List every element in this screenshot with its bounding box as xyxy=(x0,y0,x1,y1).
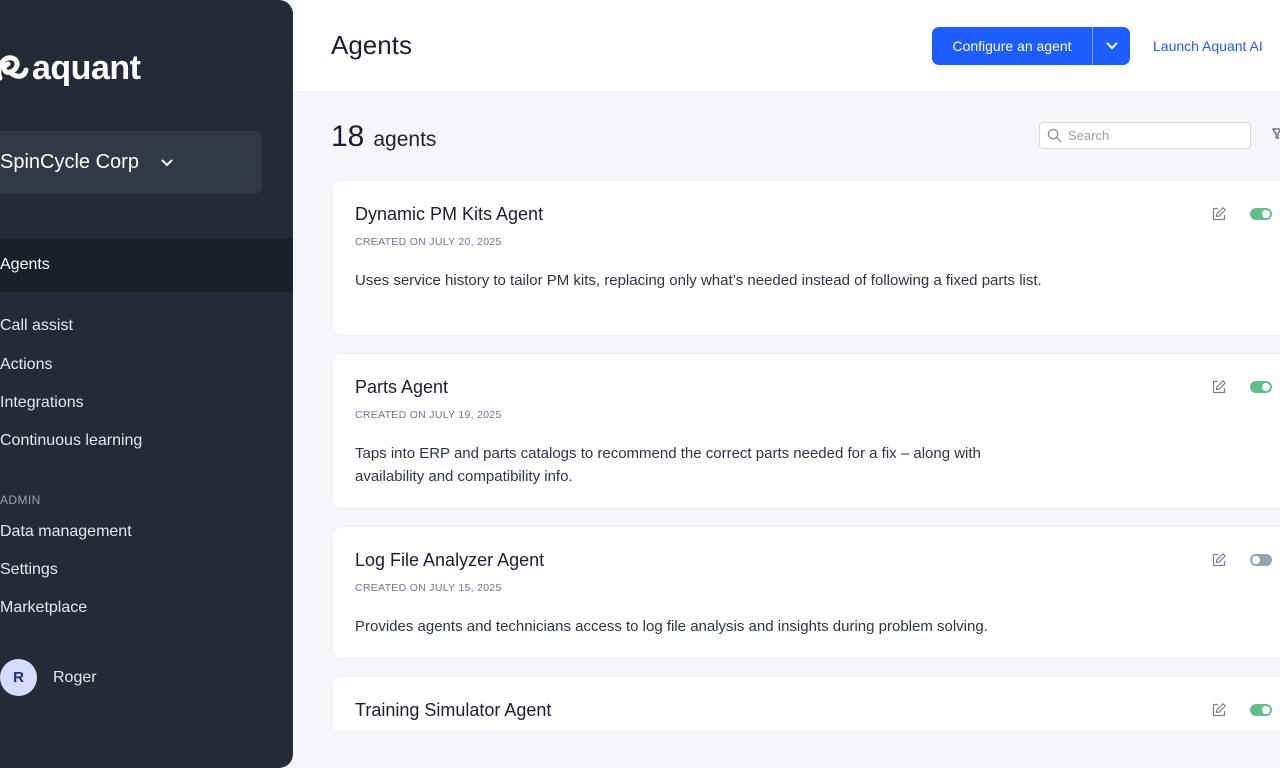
agent-description: Taps into ERP and parts catalogs to reco… xyxy=(355,445,981,485)
agent-name: Dynamic PM Kits Agent xyxy=(355,204,544,224)
chevron-down-icon xyxy=(1106,42,1117,49)
sidebar-item-data-management[interactable]: Data management xyxy=(0,513,293,551)
edit-icon xyxy=(1212,380,1226,394)
agent-name: Parts Agent xyxy=(355,377,449,397)
user-name: Roger xyxy=(53,668,97,686)
filter-button[interactable] xyxy=(1272,127,1280,145)
agent-list: Dynamic PM Kits Agent CREATED ON JULY 20… xyxy=(332,180,1280,730)
search-icon xyxy=(1047,128,1062,143)
edit-icon xyxy=(1212,207,1226,221)
app-root: aquant SpinCycle Corp Agents Call assist… xyxy=(0,0,1280,768)
page-header: Agents Configure an agent Launch Aquant … xyxy=(293,0,1280,92)
edit-icon xyxy=(1212,703,1226,717)
agent-card[interactable]: Dynamic PM Kits Agent CREATED ON JULY 20… xyxy=(332,180,1280,336)
launch-aquant-ai-link[interactable]: Launch Aquant AI xyxy=(1153,38,1263,54)
edit-agent-button[interactable] xyxy=(1211,702,1227,723)
agent-card[interactable]: Training Simulator Agent xyxy=(332,676,1280,730)
sidebar-item-agents[interactable]: Agents xyxy=(0,238,293,292)
agent-name: Log File Analyzer Agent xyxy=(355,550,545,570)
edit-icon xyxy=(1212,553,1226,567)
edit-agent-button[interactable] xyxy=(1211,379,1227,400)
user-menu[interactable]: R Roger xyxy=(0,659,97,696)
sidebar-item-continuous-learning[interactable]: Continuous learning xyxy=(0,422,293,460)
toggle-knob xyxy=(1262,210,1270,218)
sidebar-item-marketplace[interactable]: Marketplace xyxy=(0,589,293,627)
agent-card[interactable]: Log File Analyzer Agent CREATED ON JULY … xyxy=(332,526,1280,659)
agent-created-date: CREATED ON JULY 19, 2025 xyxy=(355,409,502,421)
toggle-knob xyxy=(1262,706,1270,714)
search-input[interactable] xyxy=(1068,128,1238,143)
agents-count-label: agents xyxy=(373,128,437,151)
filter-icon xyxy=(1272,128,1280,140)
page-title: Agents xyxy=(331,30,412,60)
agent-card[interactable]: Parts Agent CREATED ON JULY 19, 2025 Tap… xyxy=(332,353,1280,509)
agent-enabled-toggle[interactable] xyxy=(1250,554,1272,566)
avatar: R xyxy=(0,659,37,696)
aquant-logo-icon xyxy=(0,55,29,81)
org-switcher[interactable]: SpinCycle Corp xyxy=(0,131,262,194)
brand-name: aquant xyxy=(32,48,141,87)
agents-count-number: 18 xyxy=(331,120,365,153)
edit-agent-button[interactable] xyxy=(1211,206,1227,227)
agent-enabled-toggle[interactable] xyxy=(1250,704,1272,716)
agent-description: Provides agents and technicians access t… xyxy=(355,618,988,635)
configure-agent-dropdown-button[interactable] xyxy=(1093,27,1130,65)
edit-agent-button[interactable] xyxy=(1211,552,1227,573)
configure-agent-button[interactable]: Configure an agent xyxy=(932,27,1092,65)
org-name: SpinCycle Corp xyxy=(0,151,139,173)
admin-section-label: ADMIN xyxy=(0,493,41,507)
sidebar-item-integrations[interactable]: Integrations xyxy=(0,384,293,422)
agent-description: Uses service history to tailor PM kits, … xyxy=(355,272,1042,289)
sidebar: aquant SpinCycle Corp Agents Call assist… xyxy=(0,0,293,768)
agent-enabled-toggle[interactable] xyxy=(1250,208,1272,220)
configure-agent-split-button: Configure an agent xyxy=(932,27,1130,65)
chevron-down-icon xyxy=(161,154,173,172)
agent-name: Training Simulator Agent xyxy=(355,700,552,720)
sidebar-item-call-assist[interactable]: Call assist xyxy=(0,307,293,345)
agent-created-date: CREATED ON JULY 20, 2025 xyxy=(355,236,502,248)
search-box xyxy=(1039,122,1251,149)
agents-count: 18 agents xyxy=(331,120,436,154)
agent-enabled-toggle[interactable] xyxy=(1250,381,1272,393)
toggle-knob xyxy=(1252,556,1260,564)
sidebar-item-settings[interactable]: Settings xyxy=(0,551,293,589)
toggle-knob xyxy=(1262,383,1270,391)
agent-created-date: CREATED ON JULY 15, 2025 xyxy=(355,582,502,594)
brand-logo[interactable]: aquant xyxy=(0,48,141,88)
sidebar-item-actions[interactable]: Actions xyxy=(0,346,293,384)
